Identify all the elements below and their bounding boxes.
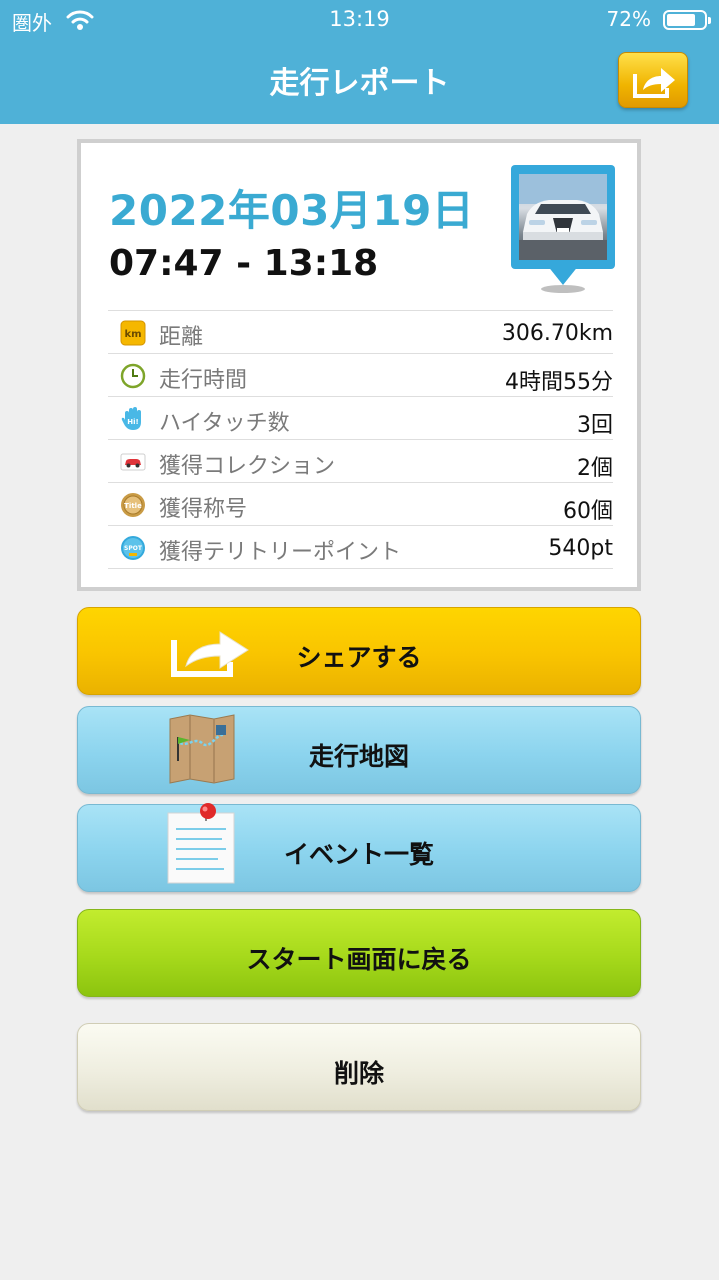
stat-row-drive-time: 走行時間 4時間55分 — [108, 353, 613, 396]
stat-label: ハイタッチ数 — [159, 411, 290, 436]
svg-text:Hi!: Hi! — [127, 418, 138, 426]
stat-label: 獲得テリトリーポイント — [159, 540, 402, 565]
events-button[interactable]: イベント一覧 — [77, 803, 641, 892]
car-pin[interactable] — [511, 165, 615, 297]
header-bar: 圏外 13:19 72% 走行レポート — [0, 0, 719, 124]
car-card-icon — [120, 449, 146, 475]
car-photo — [519, 174, 607, 260]
stats-list: km 距離 306.70km 走行時間 4時間55分 Hi! ハイタッチ数 3回… — [108, 310, 613, 569]
stat-value: 3回 — [577, 413, 613, 438]
share-icon — [633, 68, 675, 98]
back-to-start-button[interactable]: スタート画面に戻る — [77, 909, 641, 997]
page-title: 走行レポート — [269, 66, 450, 101]
stat-label: 距離 — [159, 325, 204, 350]
report-time-range: 07:47 - 13:18 — [109, 243, 379, 284]
stat-value: 306.70km — [501, 321, 613, 346]
km-icon: km — [120, 320, 146, 346]
delete-button-label: 削除 — [333, 1059, 384, 1088]
events-button-label: イベント一覧 — [283, 840, 434, 869]
share-top-button[interactable] — [618, 52, 688, 108]
clock-icon — [120, 363, 146, 389]
report-date: 2022年03月19日 — [109, 186, 475, 235]
battery-icon — [663, 10, 711, 30]
back-to-start-label: スタート画面に戻る — [246, 945, 472, 974]
stat-row-territory: SPOT 獲得テリトリーポイント 540pt — [108, 525, 613, 569]
stat-value: 540pt — [548, 536, 613, 561]
stat-row-high-touch: Hi! ハイタッチ数 3回 — [108, 396, 613, 439]
stat-value: 4時間55分 — [505, 370, 613, 395]
stat-row-collection: 獲得コレクション 2個 — [108, 439, 613, 482]
share-button-label: シェアする — [296, 643, 422, 672]
stat-label: 獲得コレクション — [159, 454, 336, 479]
map-button-label: 走行地図 — [308, 742, 409, 771]
stat-value: 60個 — [563, 499, 613, 524]
svg-text:Title: Title — [124, 502, 142, 510]
stat-row-distance: km 距離 306.70km — [108, 310, 613, 353]
hand-icon: Hi! — [120, 406, 146, 432]
spot-icon: SPOT — [120, 535, 146, 561]
share-button[interactable]: シェアする — [77, 607, 641, 695]
stat-value: 2個 — [577, 456, 613, 481]
stat-row-titles: Title 獲得称号 60個 — [108, 482, 613, 525]
map-button[interactable]: 走行地図 — [77, 706, 641, 794]
medal-icon: Title — [120, 492, 146, 518]
battery-percent: 72% — [606, 7, 651, 31]
svg-text:SPOT: SPOT — [124, 545, 143, 552]
svg-text:km: km — [124, 329, 141, 340]
delete-button[interactable]: 削除 — [77, 1023, 641, 1111]
stat-label: 獲得称号 — [159, 497, 248, 522]
report-card: 2022年03月19日 07:47 - 13:18 km 距離 306.70km… — [77, 139, 641, 591]
status-bar: 圏外 13:19 72% — [0, 0, 719, 40]
stat-label: 走行時間 — [159, 368, 248, 393]
